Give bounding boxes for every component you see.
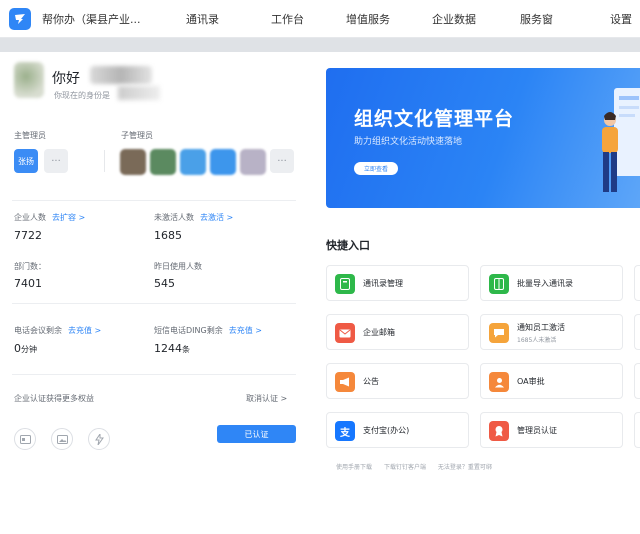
- certification-text: 企业认证获得更多权益: [14, 394, 94, 403]
- banner-subtitle: 助力组织文化活动快速落地: [354, 137, 463, 147]
- greeting: 你好: [52, 71, 80, 87]
- quick-item-oa-approval[interactable]: OA审批: [480, 363, 623, 399]
- user-avatar: [14, 62, 44, 98]
- left-panel: 你好 你现在的身份是 主管理员 子管理员 张扬 ··· ··· 企业人数 去扩容 …: [0, 52, 312, 534]
- stat-label-members: 企业人数 去扩容 >: [14, 213, 86, 222]
- recharge-conference-link[interactable]: 去充值 >: [68, 326, 101, 335]
- import-icon: [489, 274, 509, 294]
- stat-value-ding-balance: 1244条: [154, 342, 190, 355]
- sub-admin-label: 子管理员: [121, 131, 153, 140]
- expand-capacity-link[interactable]: 去扩容 >: [52, 213, 85, 222]
- quick-item-peek: [634, 412, 640, 448]
- license-icon[interactable]: [14, 428, 36, 450]
- manual-download-link[interactable]: 使用手册下载: [336, 464, 372, 471]
- divider: [12, 200, 296, 201]
- user-name-redacted: [90, 66, 152, 84]
- quick-item-batch-import[interactable]: 批量导入通讯录: [480, 265, 623, 301]
- stat-label-ding-balance: 短信电话DING剩余 去充值 >: [154, 326, 262, 335]
- quick-item-announcement[interactable]: 公告: [326, 363, 469, 399]
- stat-value-members: 7722: [14, 229, 42, 242]
- quick-item-enterprise-mail[interactable]: 企业邮箱: [326, 314, 469, 350]
- quick-item-peek: [634, 265, 640, 301]
- sub-admin-avatar[interactable]: [210, 149, 236, 175]
- quick-item-contacts-management[interactable]: 通讯录管理: [326, 265, 469, 301]
- certified-button[interactable]: 已认证: [217, 425, 296, 443]
- main-admin-more-button[interactable]: ···: [44, 149, 68, 173]
- quick-item-notify-activation[interactable]: 通知员工激活 1685人未激活: [480, 314, 623, 350]
- nav-enterprise-data[interactable]: 企业数据: [432, 11, 476, 27]
- quick-entry-title: 快捷入口: [326, 239, 370, 252]
- promo-banner[interactable]: 组织文化管理平台 助力组织文化活动快速落地 立即查看: [326, 68, 640, 208]
- sub-admin-avatar[interactable]: [240, 149, 266, 175]
- nav-value-added-services[interactable]: 增值服务: [346, 11, 390, 27]
- identity-text: 你现在的身份是: [54, 91, 110, 100]
- nav-service-window[interactable]: 服务窗: [520, 11, 553, 27]
- stat-value-inactive: 1685: [154, 229, 182, 242]
- quick-item-peek: [634, 314, 640, 350]
- sub-admin-more-button[interactable]: ···: [270, 149, 294, 173]
- mail-icon: [335, 323, 355, 343]
- stat-value-conference-balance: 0分钟: [14, 342, 37, 355]
- image-icon[interactable]: [51, 428, 73, 450]
- quick-item-admin-certification[interactable]: 管理员认证: [480, 412, 623, 448]
- sub-admin-avatar[interactable]: [180, 149, 206, 175]
- top-bar: 帮你办（渠县产业... 通讯录 工作台 增值服务 企业数据 服务窗 设置: [0, 0, 640, 38]
- nav-settings[interactable]: 设置: [610, 11, 632, 27]
- banner-view-button[interactable]: 立即查看: [354, 162, 398, 175]
- quick-item-alipay[interactable]: 支 支付宝(办公): [326, 412, 469, 448]
- megaphone-icon: [335, 372, 355, 392]
- banner-illustration: [602, 88, 640, 192]
- quick-item-peek: [634, 363, 640, 399]
- badge-icon: [489, 421, 509, 441]
- stat-label-inactive: 未激活人数 去激活 >: [154, 213, 234, 222]
- sub-admin-avatar[interactable]: [150, 149, 176, 175]
- activate-link[interactable]: 去激活 >: [200, 213, 233, 222]
- main-admin-label: 主管理员: [14, 131, 46, 140]
- alipay-icon: 支: [335, 421, 355, 441]
- stat-label-conference-balance: 电话会议剩余 去充值 >: [14, 326, 102, 335]
- stat-value-yesterday-users: 545: [154, 277, 175, 290]
- banner-title: 组织文化管理平台: [354, 108, 515, 130]
- approval-icon: [489, 372, 509, 392]
- divider: [12, 374, 296, 375]
- notify-icon: [489, 323, 509, 343]
- sub-admin-avatar[interactable]: [120, 149, 146, 175]
- nav-contacts[interactable]: 通讯录: [186, 11, 219, 27]
- client-download-link[interactable]: 下载钉钉客户端: [384, 464, 426, 471]
- identity-redacted: [118, 86, 160, 100]
- footer-links: 使用手册下载 下载钉钉客户端 无法登录？重置可绑: [336, 462, 502, 471]
- header-divider: [0, 38, 640, 52]
- divider: [12, 303, 296, 304]
- cancel-certification-link[interactable]: 取消认证 >: [246, 393, 287, 404]
- stat-value-departments: 7401: [14, 277, 42, 290]
- main-admin-avatar[interactable]: 张扬: [14, 149, 38, 173]
- admin-divider: [104, 150, 105, 172]
- right-panel: 组织文化管理平台 助力组织文化活动快速落地 立即查看 快捷入口 通讯录管理 批量…: [312, 52, 640, 534]
- org-switcher[interactable]: 帮你办（渠县产业...: [42, 11, 141, 27]
- recharge-ding-link[interactable]: 去充值 >: [229, 326, 262, 335]
- dingtalk-logo-icon[interactable]: [9, 8, 31, 30]
- stat-label-yesterday-users: 昨日使用人数: [154, 262, 202, 271]
- contacts-icon: [335, 274, 355, 294]
- stat-label-departments: 部门数：: [14, 262, 46, 271]
- nav-workbench[interactable]: 工作台: [271, 11, 304, 27]
- lightning-icon[interactable]: [88, 428, 110, 450]
- login-help-link[interactable]: 无法登录？重置可绑: [438, 464, 492, 471]
